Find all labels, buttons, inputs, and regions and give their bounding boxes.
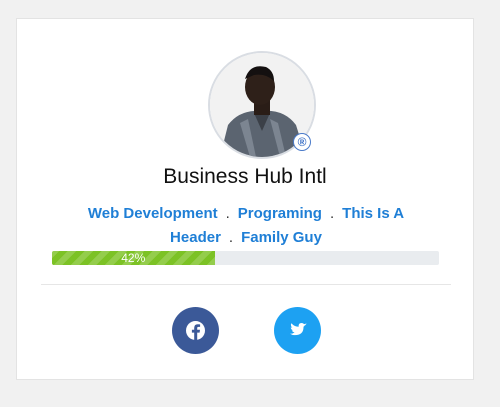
- tag-separator: .: [228, 229, 234, 246]
- tag-separator: .: [329, 205, 335, 222]
- twitter-button[interactable]: [274, 307, 321, 354]
- tag-list: Web Development. Programing. This Is A Hea…: [57, 202, 435, 250]
- tag-separator: .: [225, 205, 230, 222]
- tag-link-family-guy[interactable]: Family Guy: [241, 229, 322, 246]
- twitter-icon: [274, 307, 321, 354]
- verified-badge: ®: [293, 133, 311, 151]
- profile-name: Business Hub Intl: [163, 165, 327, 188]
- facebook-button[interactable]: [172, 307, 219, 354]
- profile-card: ® Business Hub Intl Web Development. Prog…: [16, 18, 474, 380]
- tag-link-programing[interactable]: Programing: [238, 205, 322, 222]
- progress-bar: 42%: [52, 251, 439, 265]
- facebook-icon: [172, 307, 219, 354]
- divider: [41, 284, 451, 285]
- progress-label: 42%: [121, 251, 146, 265]
- tag-link-web-development[interactable]: Web Development: [88, 205, 218, 222]
